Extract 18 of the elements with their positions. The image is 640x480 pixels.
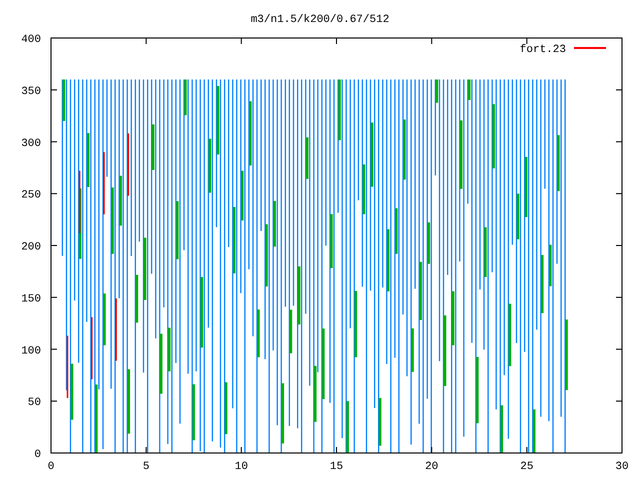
x-tick-label: 10	[234, 461, 248, 473]
y-tick-label: 50	[28, 397, 41, 410]
y-tick-label: 350	[21, 86, 41, 98]
x-tick-label: 25	[520, 461, 534, 473]
x-tick-label: 0	[48, 461, 54, 473]
x-tick-label: 20	[425, 461, 438, 473]
y-tick-label: 250	[21, 190, 41, 202]
x-tick-label: 30	[615, 461, 629, 473]
legend-label: fort.23	[520, 44, 566, 56]
y-tick-label: 100	[21, 345, 41, 358]
x-tick-label: 15	[330, 461, 344, 473]
y-tick-label: 150	[21, 293, 41, 306]
y-tick-label: 0	[34, 449, 41, 461]
y-tick-label: 400	[21, 34, 41, 46]
y-tick-label: 200	[21, 242, 41, 254]
chart-title: m3/n1.5/k200/0.67/512	[250, 14, 390, 26]
x-tick-label: 5	[142, 461, 150, 473]
y-tick-label: 300	[21, 138, 41, 150]
